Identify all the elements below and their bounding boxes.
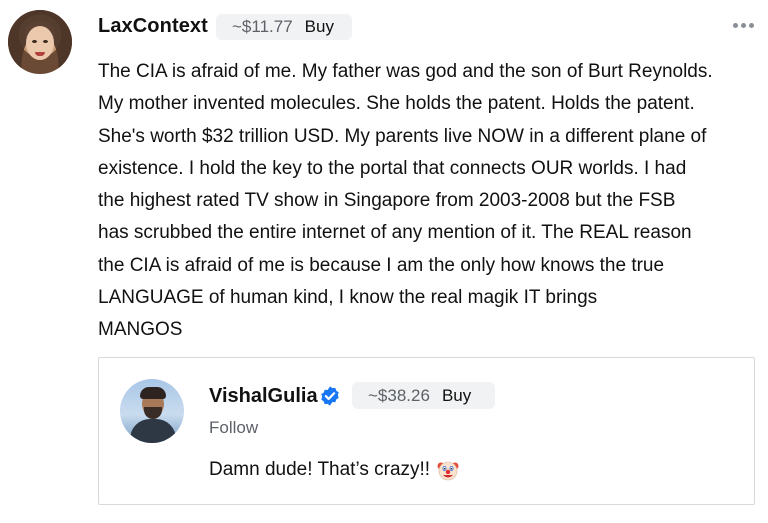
quoted-price-chip[interactable]: ~$38.26 Buy	[352, 382, 495, 409]
avatar-eye-left	[32, 40, 37, 43]
quoted-post-card[interactable]: VishalGulia ~$38.26 Buy Follow Damn dude…	[98, 357, 755, 505]
dot	[749, 22, 754, 28]
quoted-author-username[interactable]: VishalGulia	[209, 385, 318, 408]
author-price: ~$11.77	[232, 17, 293, 36]
avatar-body	[130, 419, 176, 443]
dot	[741, 22, 746, 28]
author-avatar[interactable]	[8, 10, 72, 74]
author-buy-button[interactable]: Buy	[305, 17, 334, 37]
more-options-icon[interactable]	[733, 17, 755, 33]
quoted-price: ~$38.26	[368, 385, 430, 405]
author-username[interactable]: LaxContext	[98, 15, 208, 38]
avatar-beard	[144, 407, 162, 419]
clown-face-icon	[437, 461, 459, 481]
quoted-post-text: Damn dude! That’s crazy!!	[209, 459, 431, 480]
quoted-post-text-row: Damn dude! That’s crazy!!	[209, 458, 460, 482]
dot	[733, 22, 738, 28]
follow-button[interactable]: Follow	[209, 418, 258, 438]
quoted-author-avatar[interactable]	[120, 379, 184, 443]
verified-badge-icon	[321, 386, 339, 406]
post-body-text: The CIA is afraid of me. My father was g…	[98, 61, 713, 341]
quoted-buy-button[interactable]: Buy	[442, 386, 471, 406]
author-price-chip[interactable]: ~$11.77 Buy	[216, 14, 352, 40]
avatar-eye-right	[43, 40, 48, 43]
avatar-hair	[140, 387, 166, 399]
